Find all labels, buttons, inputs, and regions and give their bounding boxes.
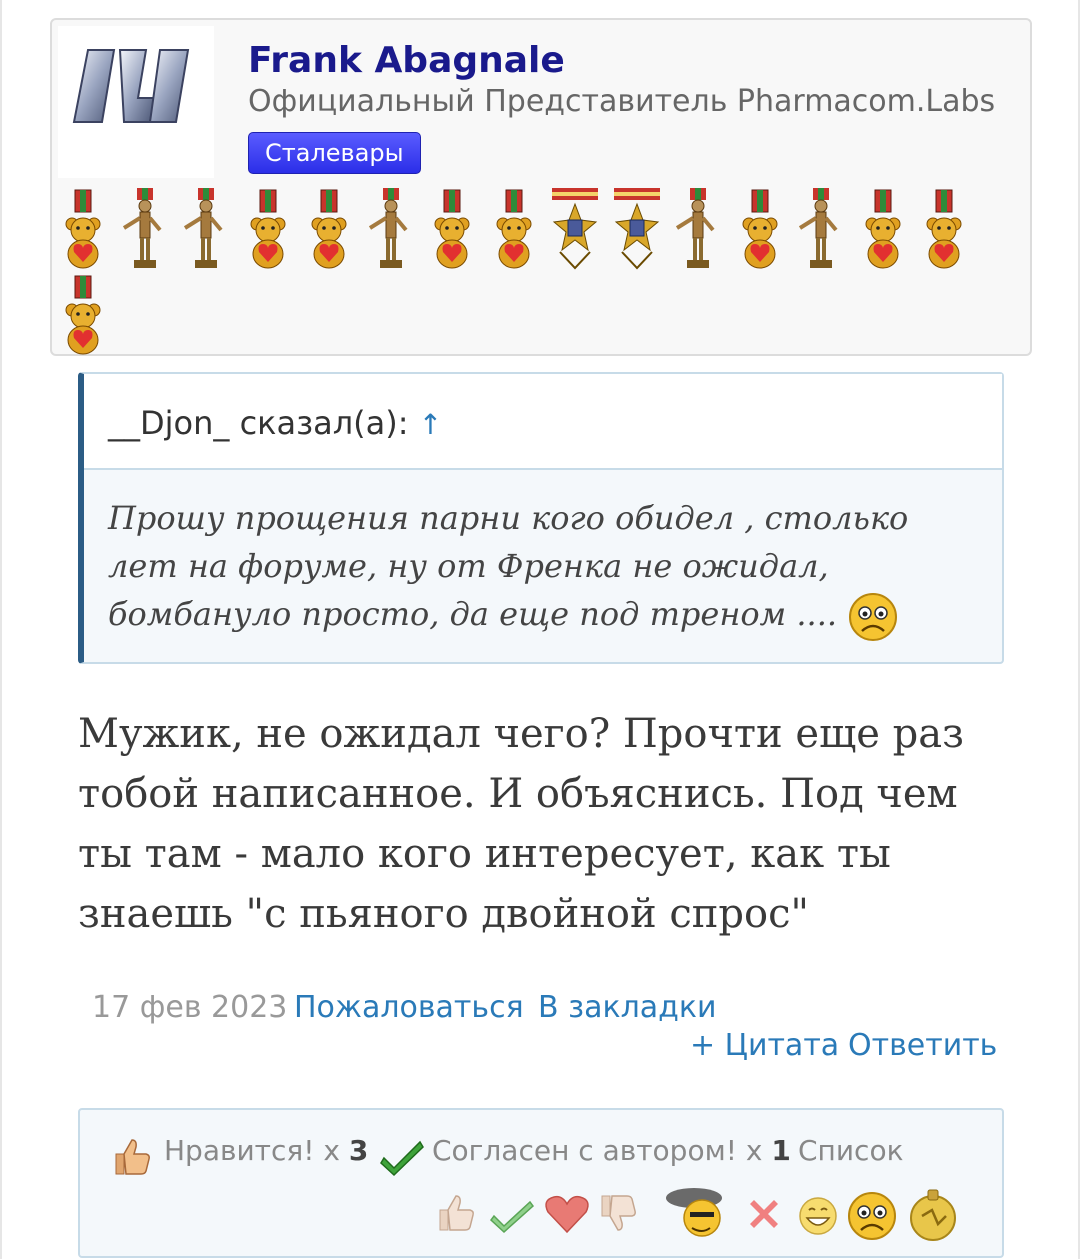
bear-medal-icon [250, 189, 285, 269]
order-cross-icon [613, 188, 660, 270]
bear-medal-icon [865, 189, 900, 269]
bear-medal-icon [742, 189, 777, 269]
statue-award-icon [798, 188, 838, 268]
quote-author: __Djon_ сказал(а): [108, 404, 409, 442]
statue-award-icon [675, 188, 715, 268]
post-body: Мужик, не ожидал чего? Прочти еще раз то… [78, 711, 964, 937]
quote-body-text: Прошу прощения парни кого обидел , столь… [108, 499, 909, 633]
statue-award-icon [183, 188, 223, 268]
thumbs-up-icon [115, 1139, 150, 1175]
heart-picker-icon[interactable] [542, 1192, 592, 1236]
quote-jump-link[interactable]: ↑ [419, 408, 442, 441]
avatar[interactable] [58, 26, 214, 178]
dislike-picker-icon[interactable] [596, 1192, 640, 1236]
cross-picker-icon[interactable] [744, 1194, 784, 1234]
username[interactable]: Frank Abagnale [248, 40, 565, 81]
checkmark-icon [380, 1140, 424, 1177]
bear-medal-icon [434, 189, 470, 269]
user-group-badge: Сталевары [248, 132, 421, 174]
agree-count: 1 [771, 1134, 791, 1167]
agree-picker-icon[interactable] [490, 1198, 534, 1234]
like-count: 3 [348, 1134, 369, 1167]
quote-button[interactable]: + Цитата [690, 1028, 839, 1063]
agree-label: Согласен с автором! x [432, 1134, 763, 1167]
post-date[interactable]: 17 фев 2023 [92, 990, 287, 1025]
sad-smiley-icon [849, 592, 898, 641]
cool-guy-picker-icon[interactable] [664, 1184, 732, 1240]
agree-reaction[interactable]: Согласен с автором! x 1 [432, 1134, 791, 1167]
statue-award-icon [368, 188, 408, 268]
bear-medal-icon [496, 189, 531, 269]
reactions-panel: Нравится! x 3 Согласен с автором! x 1 Сп… [78, 1108, 1004, 1258]
like-reaction[interactable]: Нравится! x 3 [164, 1134, 368, 1167]
user-card: Frank Abagnale Официальный Представитель… [50, 18, 1032, 356]
like-picker-icon[interactable] [434, 1190, 478, 1234]
music-smiley-picker-icon[interactable] [904, 1186, 962, 1244]
bear-medal-icon [65, 275, 101, 355]
quote-header: __Djon_ сказал(а): ↑ [84, 374, 1002, 470]
grin-picker-icon[interactable] [796, 1194, 840, 1238]
user-title: Официальный Представитель Pharmacom.Labs [248, 84, 996, 119]
quote-block: __Djon_ сказал(а): ↑ Прошу прощения парн… [78, 372, 1004, 664]
bear-medal-icon [65, 189, 101, 269]
report-link[interactable]: Пожаловаться [294, 990, 524, 1025]
reactions-list-link[interactable]: Список [798, 1134, 904, 1167]
like-label: Нравится! x [164, 1134, 340, 1167]
sad-picker-icon[interactable] [846, 1190, 898, 1242]
bookmark-link[interactable]: В закладки [538, 990, 717, 1025]
bear-medal-icon [311, 189, 347, 269]
bear-medal-icon [926, 189, 962, 269]
statue-award-icon [122, 188, 162, 268]
reply-button[interactable]: Ответить [848, 1028, 997, 1063]
awards-row [52, 188, 1034, 358]
quote-text: Прошу прощения парни кого обидел , столь… [108, 494, 968, 643]
order-cross-icon [552, 188, 598, 270]
